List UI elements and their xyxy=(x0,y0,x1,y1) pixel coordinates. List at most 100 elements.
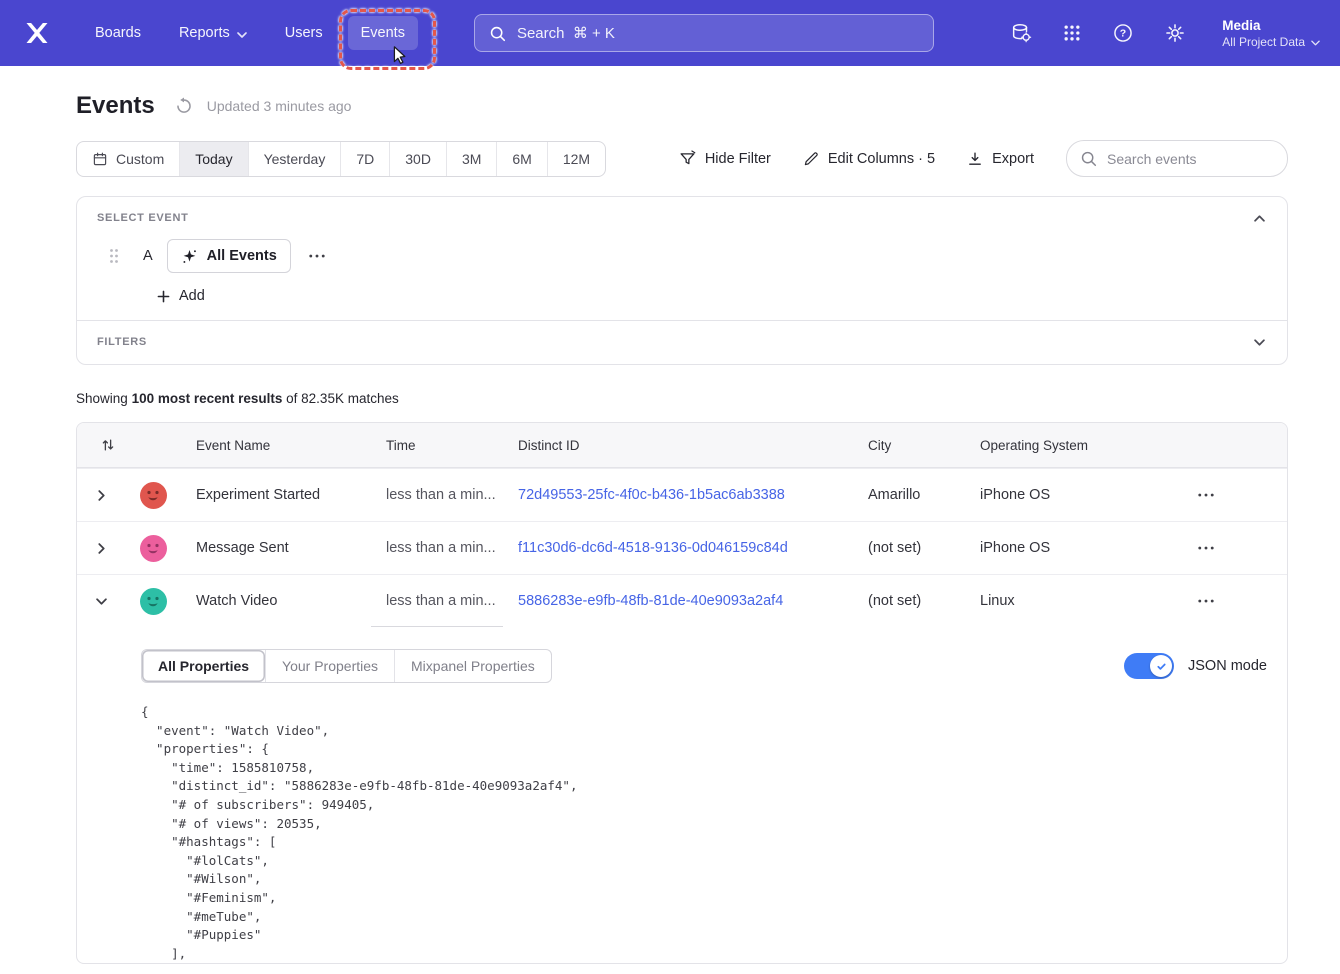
toolbar-actions: Hide Filter Edit Columns · 5 Export xyxy=(679,140,1288,177)
global-search[interactable] xyxy=(474,14,934,52)
filter-icon xyxy=(679,150,696,167)
column-header-distinct-id: Distinct ID xyxy=(503,438,853,453)
calendar-icon xyxy=(92,151,108,167)
nav-reports[interactable]: Reports xyxy=(166,15,260,51)
results-summary: Showing 100 most recent results of 82.35… xyxy=(76,391,1288,406)
toggle-knob xyxy=(1150,655,1172,677)
nav-users[interactable]: Users xyxy=(272,16,336,50)
city-cell: (not set) xyxy=(853,593,965,609)
time-cell: less than a min... xyxy=(371,487,503,503)
svg-text:?: ? xyxy=(1120,28,1126,40)
results-count: 100 most recent results xyxy=(132,391,283,406)
project-switcher[interactable]: Media All Project Data xyxy=(1222,18,1320,49)
last-updated-text: Updated 3 minutes ago xyxy=(207,98,352,114)
column-header-event-name: Event Name xyxy=(181,438,371,453)
event-detail-panel: All Properties Your Properties Mixpanel … xyxy=(77,627,1287,963)
download-icon xyxy=(967,151,983,167)
filters-section[interactable]: FILTERS xyxy=(77,321,1287,364)
distinct-id-link[interactable]: 72d49553-25fc-4f0c-b436-1b5ac6ab3388 xyxy=(518,487,785,503)
project-name: Media xyxy=(1222,18,1320,33)
events-table: Event Name Time Distinct ID City Operati… xyxy=(76,422,1288,964)
nav-boards[interactable]: Boards xyxy=(82,16,154,50)
check-icon xyxy=(1156,661,1167,672)
event-emoji-avatar xyxy=(140,588,167,615)
event-row-letter: A xyxy=(143,248,153,264)
search-icon xyxy=(489,25,506,42)
table-row[interactable]: Experiment Started less than a min... 72… xyxy=(77,468,1287,521)
event-emoji-avatar xyxy=(140,535,167,562)
select-event-label: SELECT EVENT xyxy=(97,212,189,224)
column-header-os: Operating System xyxy=(965,438,1125,453)
more-icon[interactable] xyxy=(305,250,329,262)
city-cell: Amarillo xyxy=(853,487,965,503)
project-subtitle: All Project Data xyxy=(1222,35,1305,49)
data-connections-icon[interactable] xyxy=(1010,22,1032,44)
global-search-input[interactable] xyxy=(517,25,919,42)
range-7d-button[interactable]: 7D xyxy=(340,142,389,176)
tab-your-properties[interactable]: Your Properties xyxy=(265,650,394,682)
settings-gear-icon[interactable] xyxy=(1164,22,1186,44)
main-content: Events Updated 3 minutes ago Custom Toda… xyxy=(76,92,1288,964)
apps-grid-icon[interactable] xyxy=(1062,23,1082,43)
os-cell: Linux xyxy=(965,593,1125,609)
column-header-city: City xyxy=(853,438,965,453)
top-navbar: Boards Reports Users Events ? xyxy=(0,0,1340,66)
range-30d-button[interactable]: 30D xyxy=(389,142,446,176)
primary-nav: Boards Reports Users Events xyxy=(82,15,418,51)
select-event-section: SELECT EVENT A All Events xyxy=(77,197,1287,320)
edit-columns-button[interactable]: Edit Columns · 5 xyxy=(803,151,935,167)
range-custom-button[interactable]: Custom xyxy=(77,142,179,176)
nav-events[interactable]: Events xyxy=(348,16,418,50)
toolbar: Custom Today Yesterday 7D 30D 3M 6M 12M … xyxy=(76,140,1288,177)
range-today-button[interactable]: Today xyxy=(179,142,247,176)
event-selector-chip[interactable]: All Events xyxy=(167,239,291,273)
distinct-id-link[interactable]: f11c30d6-dc6d-4518-9136-0d046159c84d xyxy=(518,540,788,556)
table-header: Event Name Time Distinct ID City Operati… xyxy=(77,423,1287,468)
chevron-down-icon xyxy=(237,26,247,42)
mixpanel-logo[interactable] xyxy=(22,20,52,46)
help-icon[interactable]: ? xyxy=(1112,22,1134,44)
properties-tabs: All Properties Your Properties Mixpanel … xyxy=(141,649,552,683)
table-row[interactable]: Message Sent less than a min... f11c30d6… xyxy=(77,521,1287,574)
sparkle-icon xyxy=(181,248,198,265)
chevron-down-icon xyxy=(1311,35,1320,49)
chevron-down-icon[interactable] xyxy=(1252,337,1267,348)
range-3m-button[interactable]: 3M xyxy=(446,142,496,176)
chevron-right-icon[interactable] xyxy=(92,537,111,560)
sort-icon[interactable] xyxy=(101,437,115,453)
events-search-input[interactable] xyxy=(1066,140,1288,177)
hide-filter-button[interactable]: Hide Filter xyxy=(679,150,771,167)
date-range-group: Custom Today Yesterday 7D 30D 3M 6M 12M xyxy=(76,141,606,177)
event-emoji-avatar xyxy=(140,482,167,509)
search-icon xyxy=(1080,150,1097,167)
tab-mixpanel-properties[interactable]: Mixpanel Properties xyxy=(394,650,551,682)
mixpanel-events-page: Boards Reports Users Events ? xyxy=(0,0,1340,974)
events-search[interactable] xyxy=(1066,140,1288,177)
row-more-icon[interactable] xyxy=(1194,542,1218,554)
event-chip-label: All Events xyxy=(207,248,277,264)
add-event-button[interactable]: Add xyxy=(157,288,205,304)
range-6m-button[interactable]: 6M xyxy=(496,142,546,176)
collapse-chevron-up-icon[interactable] xyxy=(1252,213,1267,224)
drag-handle-icon[interactable] xyxy=(109,248,119,264)
range-12m-button[interactable]: 12M xyxy=(547,142,605,176)
event-json-viewer: { "event": "Watch Video", "properties": … xyxy=(141,703,1267,963)
distinct-id-link[interactable]: 5886283e-e9fb-48fb-81de-40e9093a2af4 xyxy=(518,593,783,609)
row-more-icon[interactable] xyxy=(1194,595,1218,607)
pencil-icon xyxy=(803,151,819,167)
export-button[interactable]: Export xyxy=(967,151,1034,167)
os-cell: iPhone OS xyxy=(965,540,1125,556)
refresh-icon[interactable] xyxy=(175,97,193,115)
range-yesterday-button[interactable]: Yesterday xyxy=(248,142,341,176)
event-name-cell: Experiment Started xyxy=(181,487,371,503)
chevron-down-icon[interactable] xyxy=(90,592,113,611)
table-row-expanded[interactable]: Watch Video less than a min... 5886283e-… xyxy=(77,574,1287,627)
filters-label: FILTERS xyxy=(97,336,147,348)
chevron-right-icon[interactable] xyxy=(92,484,111,507)
event-name-cell: Watch Video xyxy=(181,593,371,609)
page-title: Events xyxy=(76,92,155,120)
json-mode-toggle[interactable] xyxy=(1124,653,1174,679)
column-header-time: Time xyxy=(371,438,503,453)
row-more-icon[interactable] xyxy=(1194,489,1218,501)
tab-all-properties[interactable]: All Properties xyxy=(142,650,265,682)
